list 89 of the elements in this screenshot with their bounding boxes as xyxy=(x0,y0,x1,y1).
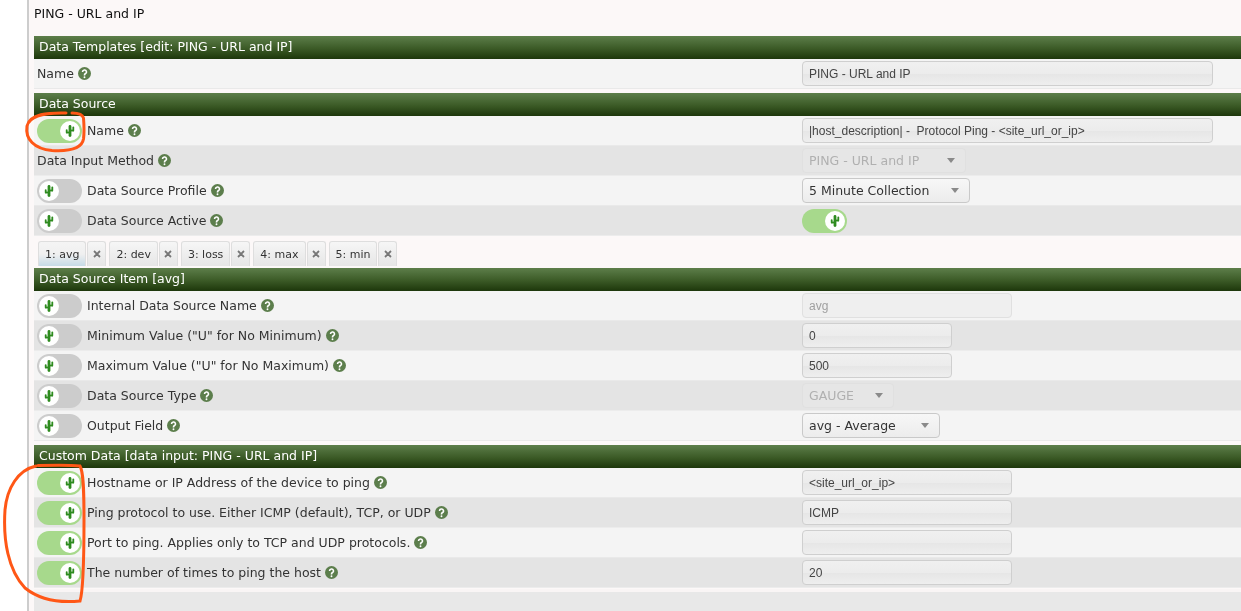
toggle-switch[interactable] xyxy=(37,293,82,318)
toggle-switch[interactable] xyxy=(37,530,82,555)
field-label: The number of times to ping the host xyxy=(87,565,321,580)
tab[interactable]: 5: min xyxy=(328,241,378,266)
section-header: Data Source Item [avg] xyxy=(34,268,1241,291)
field-label: Name xyxy=(87,123,124,138)
toggle-switch[interactable] xyxy=(37,118,82,143)
field-label: Minimum Value ("U" for No Minimum) xyxy=(87,328,322,343)
field-label: Data Source Type xyxy=(87,388,197,403)
help-icon[interactable] xyxy=(210,214,224,227)
annotation-loop xyxy=(24,111,86,153)
close-icon xyxy=(384,250,392,258)
toggle-switch[interactable] xyxy=(37,208,82,233)
text-field[interactable]: 500 xyxy=(802,353,952,378)
help-icon[interactable] xyxy=(324,566,338,579)
section-header: Custom Data [data input: PING - URL and IP] xyxy=(34,445,1241,468)
tab-close-button[interactable] xyxy=(231,241,251,266)
field-label: Output Field xyxy=(87,418,164,433)
text-field[interactable]: <site_url_or_ip> xyxy=(802,470,1012,495)
field-label: Name xyxy=(37,66,74,81)
field-label: Internal Data Source Name xyxy=(87,298,257,313)
cactus-icon xyxy=(60,120,80,141)
section-header: Data Source xyxy=(34,93,1241,116)
cactus-icon xyxy=(39,415,59,436)
tab-close-button[interactable] xyxy=(306,241,326,266)
help-icon[interactable] xyxy=(434,506,448,519)
toggle-switch[interactable] xyxy=(37,323,82,348)
toggle-switch[interactable] xyxy=(37,413,82,438)
text-field[interactable]: 0 xyxy=(802,323,952,348)
dropdown[interactable]: avg - Average xyxy=(802,413,940,438)
tab[interactable]: 1: avg xyxy=(38,241,87,266)
text-field[interactable]: PING - URL and IP xyxy=(802,61,1213,86)
help-icon[interactable] xyxy=(260,299,274,312)
cactus-icon xyxy=(39,385,59,406)
toggle-switch[interactable] xyxy=(37,383,82,408)
toggle-switch[interactable] xyxy=(37,560,82,585)
caret-icon xyxy=(951,188,959,193)
toggle-switch[interactable] xyxy=(37,178,82,203)
help-icon[interactable] xyxy=(373,476,387,489)
toggle-switch[interactable] xyxy=(37,470,82,495)
help-icon[interactable] xyxy=(200,389,214,402)
page-title: PING - URL and IP xyxy=(34,5,146,23)
cactus-icon xyxy=(60,502,80,523)
help-icon[interactable] xyxy=(158,154,172,167)
section-header: Data Templates [edit: PING - URL and IP] xyxy=(34,36,1241,59)
field-label: Maximum Value ("U" for No Maximum) xyxy=(87,358,329,373)
close-icon xyxy=(164,250,173,258)
cactus-icon xyxy=(39,180,59,201)
text-field[interactable]: |host_description| - Protocol Ping - <site_url_or_ip> xyxy=(802,118,1213,143)
dropdown[interactable]: 5 Minute Collection xyxy=(802,178,970,203)
help-icon[interactable] xyxy=(210,184,224,197)
field-label: Data Source Active xyxy=(87,213,207,228)
caret-icon xyxy=(875,393,883,398)
tab[interactable]: 3: loss xyxy=(180,241,231,266)
cactus-icon xyxy=(39,295,59,316)
help-icon[interactable] xyxy=(414,536,428,549)
cactus-icon xyxy=(39,355,59,376)
help-icon[interactable] xyxy=(167,419,181,432)
tab[interactable]: 2: dev xyxy=(109,241,158,266)
field-label: Port to ping. Applies only to TCP and UDP protocols. xyxy=(87,535,411,550)
field-label: Hostname or IP Address of the device to ping xyxy=(87,475,370,490)
tab-close-button[interactable] xyxy=(378,241,398,266)
tab[interactable]: 4: max xyxy=(253,241,306,266)
cactus-icon xyxy=(39,325,59,346)
field-label: Data Input Method xyxy=(37,153,155,168)
toggle-switch[interactable] xyxy=(802,208,847,233)
field-label: Data Source Profile xyxy=(87,183,207,198)
field-label: Ping protocol to use. Either ICMP (default), TCP, or UDP xyxy=(87,505,431,520)
help-icon[interactable] xyxy=(325,329,339,342)
help-icon[interactable] xyxy=(127,124,141,137)
close-icon xyxy=(92,250,101,258)
text-field[interactable]: ICMP xyxy=(802,500,1012,525)
toggle-switch[interactable] xyxy=(37,353,82,378)
close-icon xyxy=(236,250,245,258)
cactus-icon xyxy=(60,532,80,553)
help-icon[interactable] xyxy=(332,359,346,372)
text-field[interactable] xyxy=(802,530,1012,555)
cactus-icon xyxy=(60,562,80,583)
tab-close-button[interactable] xyxy=(87,241,107,266)
cactus-icon xyxy=(825,210,845,231)
text-field[interactable]: 20 xyxy=(802,560,1012,585)
help-icon[interactable] xyxy=(77,67,91,80)
caret-icon xyxy=(921,423,929,428)
caret-icon xyxy=(947,158,955,163)
toggle-switch[interactable] xyxy=(37,500,82,525)
cactus-icon xyxy=(60,472,80,493)
close-icon xyxy=(312,250,321,258)
cactus-icon xyxy=(39,210,59,231)
tab-close-button[interactable] xyxy=(158,241,178,266)
